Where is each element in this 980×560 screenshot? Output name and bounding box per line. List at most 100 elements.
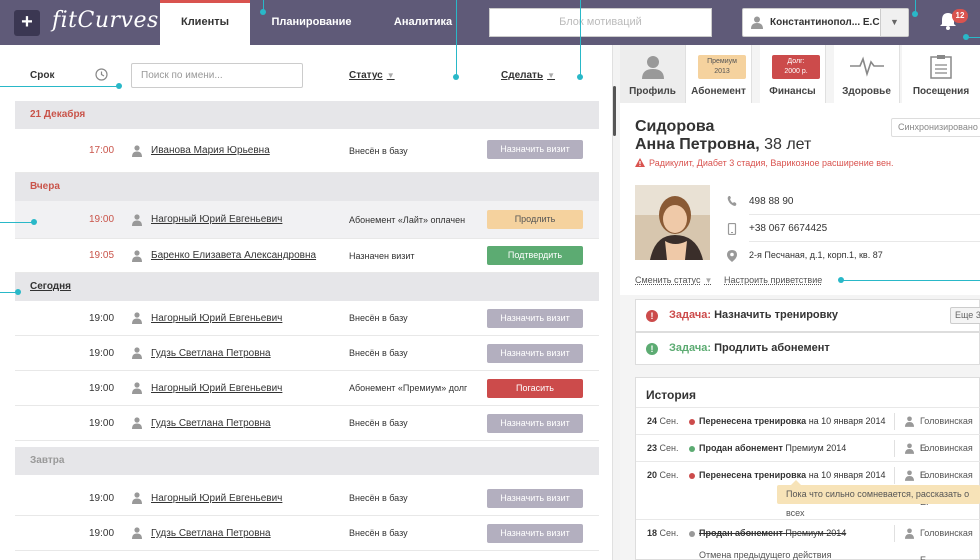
status-filter[interactable]: Статус ▼ — [349, 70, 395, 81]
user-icon — [905, 416, 914, 427]
history-title: История — [646, 388, 697, 402]
history-month: Сен. — [659, 470, 679, 480]
top-bar: + fitCurves Клиенты Планирование Аналити… — [0, 0, 980, 45]
history-date: 18 Сен. — [647, 520, 679, 547]
annotation-dot — [260, 9, 266, 15]
deadline-filter[interactable]: Срок — [30, 70, 54, 81]
tab-clients[interactable]: Клиенты — [160, 0, 250, 45]
tab-label: Посещения — [912, 86, 970, 97]
history-user: Головинская Е. — [920, 528, 973, 560]
group-title: Сегодня — [30, 281, 72, 292]
schedule-visit-button[interactable]: Назначить визит — [487, 309, 583, 328]
table-row[interactable]: 19:00 Гудзь Светлана Петровна Внесён в б… — [15, 406, 599, 441]
table-row[interactable]: 19:00 Нагорный Юрий Евгеньевич Внесён в … — [15, 301, 599, 336]
tab-label: Здоровье — [842, 86, 891, 97]
scrollbar-thumb[interactable] — [613, 86, 616, 136]
chevron-down-icon[interactable]: ▼ — [880, 9, 908, 36]
client-name-link[interactable]: Гудзь Светлана Петровна — [151, 516, 271, 551]
info-icon: ! — [646, 343, 658, 355]
clock-icon[interactable] — [95, 68, 108, 81]
schedule-visit-button[interactable]: Назначить визит — [487, 344, 583, 363]
tab-planning[interactable]: Планирование — [260, 0, 363, 45]
mobile-number[interactable]: +38 067 6674425 — [749, 223, 827, 234]
row-status: Внесён в базу — [349, 418, 408, 428]
table-row[interactable]: 17:00 Иванова Мария Юрьевна Внесён в баз… — [15, 129, 599, 173]
schedule-visit-button[interactable]: Назначить визит — [487, 524, 583, 543]
table-row[interactable]: 19:00 Нагорный Юрий Евгеньевич Внесён в … — [15, 481, 599, 516]
row-time: 19:00 — [89, 418, 115, 429]
table-row[interactable]: 19:00 Гудзь Светлана Петровна Внесён в б… — [15, 516, 599, 551]
client-name-link[interactable]: Гудзь Светлана Петровна — [151, 406, 271, 441]
person-icon — [132, 250, 142, 262]
more-tasks-button[interactable]: Еще 3 — [950, 307, 980, 324]
task-card[interactable]: ! Задача: Назначить тренировку Еще 3 — [635, 299, 980, 332]
tab-profile[interactable]: Профиль — [620, 45, 686, 103]
table-row[interactable]: 19:00 Нагорный Юрий Евгеньевич Абонемент… — [15, 201, 599, 239]
tab-label: Профиль — [629, 86, 676, 97]
health-warning: Радикулит, Диабет 3 стадия, Варикозное р… — [635, 158, 893, 168]
user-icon — [905, 470, 914, 481]
tab-health[interactable]: Здоровье — [834, 45, 900, 103]
change-status-link[interactable]: Сменить статус ▼ — [635, 275, 712, 285]
history-date: 24 Сен. — [647, 408, 679, 435]
schedule-visit-button[interactable]: Назначить визит — [487, 489, 583, 508]
task-card[interactable]: ! Задача: Продлить абонемент — [635, 332, 980, 365]
user-icon — [641, 56, 664, 79]
annotation-line — [456, 0, 457, 76]
client-name-link[interactable]: Гудзь Светлана Петровна — [151, 336, 271, 371]
history-date: 20 Сен. — [647, 462, 679, 489]
row-time: 19:00 — [89, 214, 115, 225]
history-month: Сен. — [659, 443, 679, 453]
annotation-dot — [31, 219, 37, 225]
tab-subscription[interactable]: Премиум 2013 Абонемент — [686, 45, 752, 103]
history-event: Продан абонемент — [699, 443, 783, 453]
client-photo — [635, 185, 710, 260]
client-name-link[interactable]: Баренко Елизавета Александровна — [151, 239, 316, 273]
table-row[interactable]: 19:00 Нагорный Юрий Евгеньевич Абонемент… — [15, 371, 599, 406]
history-row: 24 Сен. Перенесена тренировка на 10 янва… — [636, 407, 980, 453]
client-name-link[interactable]: Нагорный Юрий Евгеньевич — [151, 481, 282, 516]
client-name-link[interactable]: Нагорный Юрий Евгеньевич — [151, 201, 282, 239]
client-name-link[interactable]: Иванова Мария Юрьевна — [151, 129, 270, 173]
app-logo[interactable]: fitCurves — [52, 8, 159, 33]
annotation-dot — [453, 74, 459, 80]
todo-filter[interactable]: Сделать ▼ — [501, 70, 555, 81]
pay-off-button[interactable]: Погасить — [487, 379, 583, 398]
history-month: Сен. — [659, 416, 679, 426]
todo-filter-label: Сделать — [501, 70, 544, 81]
undo-action-link[interactable]: Отмена предыдущего действия — [699, 550, 831, 560]
person-icon — [132, 312, 142, 324]
history-day: 18 — [647, 528, 658, 538]
history-row: 23 Сен. Продан абонемент Премиум 2014 Го… — [636, 434, 980, 480]
row-time: 19:00 — [89, 493, 115, 504]
confirm-button[interactable]: Подтвердить — [487, 246, 583, 265]
history-row: 18 Сен. Продан абонемент Премиум 2014 Го… — [636, 519, 980, 560]
person-icon — [132, 214, 142, 226]
row-time: 19:00 — [89, 313, 115, 324]
divider — [894, 467, 895, 484]
client-name-link[interactable]: Нагорный Юрий Евгеньевич — [151, 371, 282, 406]
tab-label: Абонемент — [691, 86, 746, 97]
checklist-icon — [930, 55, 952, 79]
client-surname: Сидорова — [635, 118, 715, 135]
phone-number[interactable]: 498 88 90 — [749, 196, 794, 207]
client-name-link[interactable]: Нагорный Юрий Евгеньевич — [151, 301, 282, 336]
motivation-block[interactable]: Блок мотиваций — [489, 8, 712, 37]
extend-button[interactable]: Продлить — [487, 210, 583, 229]
table-row[interactable]: 19:05 Баренко Елизавета Александровна На… — [15, 239, 599, 273]
sync-status[interactable]: Синхронизировано — [891, 118, 980, 137]
table-row[interactable]: 19:00 Гудзь Светлана Петровна Внесён в б… — [15, 336, 599, 371]
setup-greeting-link[interactable]: Настроить приветствие — [724, 275, 822, 285]
user-selector[interactable]: Константинопол... Е.С. ▼ — [742, 8, 909, 37]
add-button[interactable]: + — [14, 10, 40, 36]
chevron-down-icon: ▼ — [386, 71, 395, 80]
group-header: Завтра — [15, 447, 599, 475]
schedule-visit-button[interactable]: Назначить визит — [487, 414, 583, 433]
schedule-visit-button[interactable]: Назначить визит — [487, 140, 583, 159]
search-input[interactable] — [131, 63, 303, 88]
client-full-name: Сидорова Анна Петровна, 38 лет — [635, 118, 811, 154]
tab-finance[interactable]: Долг: 2000 р. Финансы — [760, 45, 826, 103]
mobile-icon — [727, 223, 737, 235]
tab-visits[interactable]: Посещения — [902, 45, 980, 103]
chevron-down-icon: ▼ — [547, 71, 556, 80]
